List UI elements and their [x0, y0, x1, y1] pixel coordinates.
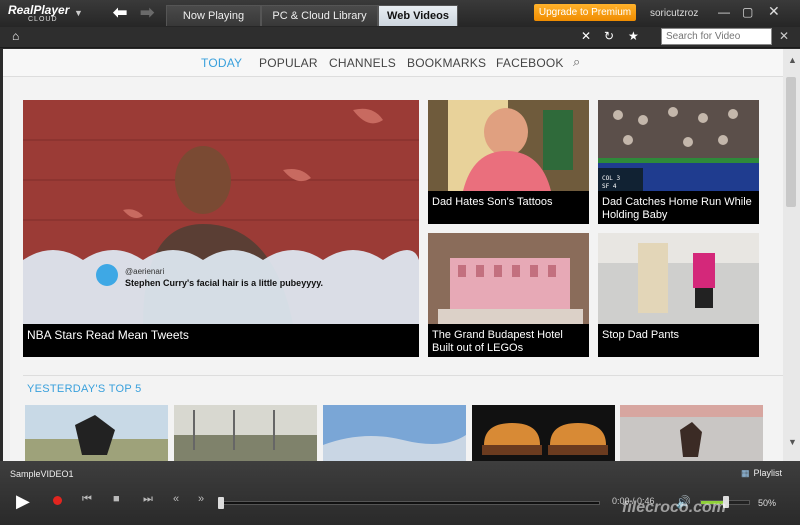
tab-pc-cloud-library[interactable]: PC & Cloud Library: [261, 5, 378, 26]
username[interactable]: soricutzroz: [650, 8, 698, 19]
yesterdays-top5-title: YESTERDAY'S TOP 5: [27, 383, 142, 395]
tab-now-playing[interactable]: Now Playing: [166, 5, 261, 26]
video-thumbnail: [428, 233, 589, 324]
next-icon[interactable]: ⏭: [143, 493, 153, 506]
video-title-line1: The Grand Budapest Hotel: [432, 329, 563, 341]
home-icon[interactable]: ⌂: [12, 29, 19, 43]
back-arrow-icon[interactable]: ⬅: [113, 3, 127, 23]
video-card[interactable]: Dad Hates Son's Tattoos: [428, 100, 589, 224]
vertical-scrollbar[interactable]: ▲ ▼: [783, 49, 800, 461]
minimize-icon[interactable]: —: [718, 5, 730, 19]
video-card[interactable]: COL 3 SF 4 Dad Catches Home Run While Ho…: [598, 100, 759, 224]
featured-video-title: NBA Stars Read Mean Tweets: [27, 328, 189, 342]
search-icon[interactable]: ⌕: [573, 54, 580, 70]
top5-thumbnail-5[interactable]: [620, 405, 763, 461]
web-videos-content: TODAY POPULAR CHANNELS BOOKMARKS FACEBOO…: [3, 49, 783, 461]
tweet-text: Stephen Curry's facial hair is a little …: [125, 278, 324, 288]
video-card[interactable]: The Grand Budapest Hotel Built out of LE…: [428, 233, 589, 357]
maximize-icon[interactable]: ▢: [742, 5, 753, 19]
video-card[interactable]: Stop Dad Pants: [598, 233, 759, 357]
video-title-line1: Dad Catches Home Run While: [602, 196, 752, 208]
play-icon[interactable]: ▶: [16, 491, 30, 512]
section-divider: [23, 375, 783, 376]
video-thumbnail: COL 3 SF 4: [598, 100, 759, 191]
featured-video-thumbnail: [23, 100, 419, 324]
now-playing-title: SampleVIDEO1: [10, 469, 74, 479]
video-title-line1: Dad Hates Son's Tattoos: [432, 196, 553, 208]
title-bar: RealPlayer CLOUD ▼ ⬅ ➡ Now Playing PC & …: [0, 0, 800, 27]
featured-video-card[interactable]: @aerienari Stephen Curry's facial hair i…: [23, 100, 419, 357]
stop-x-icon[interactable]: ✕: [581, 29, 591, 43]
video-title: The Grand Budapest Hotel Built out of LE…: [432, 329, 563, 355]
toolbar-close-icon[interactable]: ✕: [779, 29, 789, 43]
seek-bar[interactable]: [218, 497, 600, 509]
bookmark-star-icon[interactable]: ★: [628, 29, 639, 43]
browser-toolbar: ⌂ ✕ ↻ ★ ✕: [0, 27, 800, 48]
video-title-line2: Holding Baby: [602, 209, 668, 221]
video-thumbnail: [598, 233, 759, 324]
tab-web-videos[interactable]: Web Videos: [378, 5, 458, 26]
category-channels[interactable]: CHANNELS: [329, 56, 396, 70]
upgrade-button[interactable]: Upgrade to Premium: [534, 4, 636, 21]
search-input[interactable]: [661, 28, 772, 45]
top5-thumbnail-4[interactable]: [472, 405, 615, 461]
category-nav: TODAY POPULAR CHANNELS BOOKMARKS FACEBOO…: [3, 49, 783, 77]
video-title: Stop Dad Pants: [602, 329, 679, 342]
top5-thumbnail-3[interactable]: [323, 405, 466, 461]
previous-icon[interactable]: ⏮: [82, 493, 92, 506]
logo-sub: CLOUD: [28, 16, 58, 23]
scroll-down-icon[interactable]: ▼: [788, 437, 797, 447]
category-today[interactable]: TODAY: [201, 56, 242, 70]
forward-arrow-icon[interactable]: ➡: [140, 3, 154, 23]
record-icon[interactable]: [53, 496, 62, 505]
top5-thumbnail-1[interactable]: [25, 405, 168, 461]
video-title-line1: Stop Dad Pants: [602, 329, 680, 341]
playlist-icon: ▦: [741, 468, 750, 478]
category-bookmarks[interactable]: BOOKMARKS: [407, 56, 486, 70]
logo-main: RealPlayer: [8, 3, 70, 17]
video-title-line2: Built out of LEGOs: [432, 342, 524, 354]
playlist-button[interactable]: ▦ Playlist: [741, 468, 782, 479]
watermark: filecroco.com: [622, 499, 727, 516]
main-tabs: Now Playing PC & Cloud Library Web Video…: [166, 5, 458, 26]
fast-forward-icon[interactable]: »: [198, 493, 204, 505]
scroll-thumb[interactable]: [786, 77, 796, 207]
top5-thumbnail-2[interactable]: [174, 405, 317, 461]
video-title: Dad Hates Son's Tattoos: [432, 196, 553, 209]
seek-handle[interactable]: [218, 497, 224, 509]
rewind-icon[interactable]: «: [173, 493, 179, 505]
svg-text:COL 3: COL 3: [602, 175, 620, 182]
video-title: Dad Catches Home Run While Holding Baby: [602, 196, 752, 222]
svg-text:SF 4: SF 4: [602, 183, 617, 190]
category-facebook[interactable]: FACEBOOK: [496, 56, 564, 70]
refresh-icon[interactable]: ↻: [604, 29, 614, 43]
playlist-label: Playlist: [753, 468, 783, 478]
video-thumbnail: [428, 100, 589, 191]
scroll-up-icon[interactable]: ▲: [788, 55, 797, 65]
tweet-handle: @aerienari: [125, 267, 165, 276]
volume-percentage: 50%: [758, 498, 777, 508]
category-popular[interactable]: POPULAR: [259, 56, 318, 70]
close-icon[interactable]: ✕: [768, 3, 780, 20]
app-menu-chevron-down-icon[interactable]: ▼: [74, 8, 83, 18]
app-logo[interactable]: RealPlayer CLOUD: [8, 4, 70, 24]
stop-icon[interactable]: ■: [113, 493, 120, 505]
